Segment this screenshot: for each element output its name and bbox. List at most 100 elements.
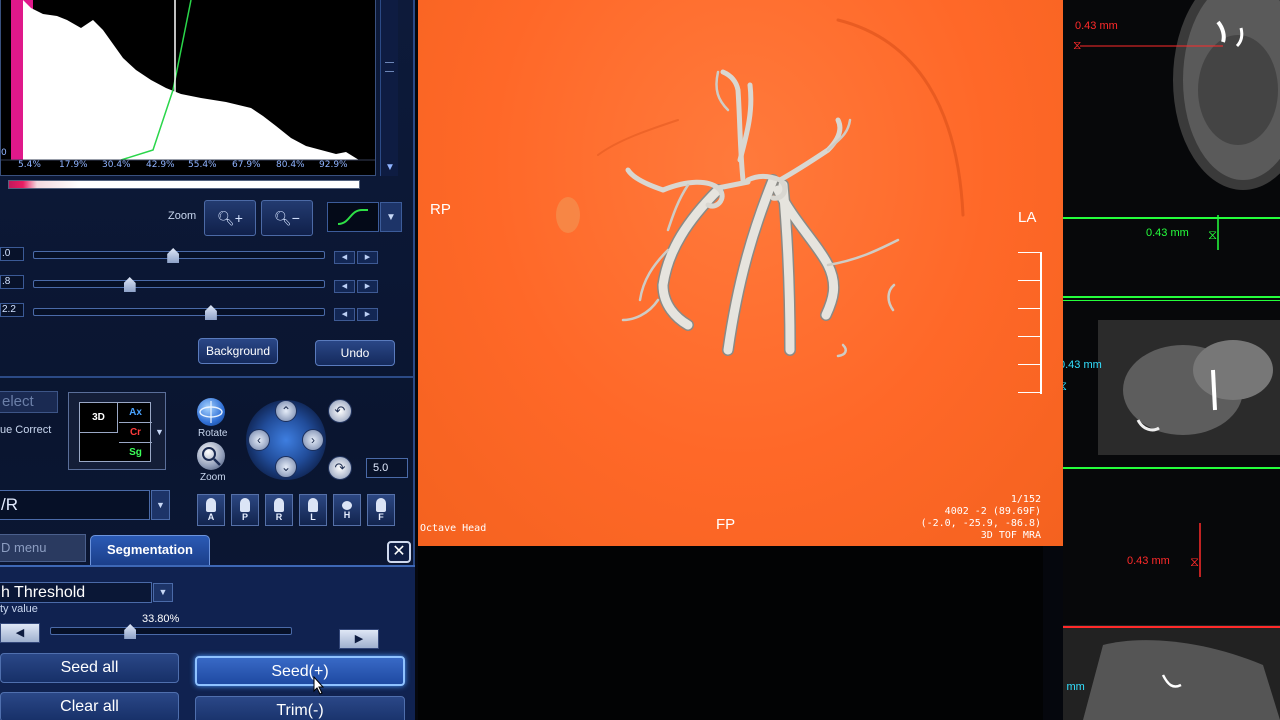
threshold-method-select[interactable]: h Threshold (0, 582, 152, 603)
slider-steppers-1[interactable]: ◀ ▶ (334, 251, 378, 264)
person-icon (206, 498, 216, 512)
histogram-tick: 80.4% (276, 160, 305, 170)
slice-thumbnail-red[interactable]: 0.43 mm ⧖ (1063, 475, 1280, 625)
slider-track-3[interactable] (33, 305, 325, 320)
chevron-down-icon[interactable]: ▼ (155, 427, 164, 437)
histogram-tick: 67.9% (232, 160, 261, 170)
tab-3d-menu[interactable]: D menu (0, 534, 86, 562)
step-right-icon[interactable]: ▶ (357, 251, 378, 264)
view-anterior-button[interactable]: A (197, 494, 225, 526)
arrow-right-icon[interactable]: ▶ (339, 629, 379, 649)
slice-marker-icon[interactable]: ⧖ (1063, 378, 1067, 394)
view-foot-button[interactable]: F (367, 494, 395, 526)
intensity-value-label: ty value (0, 603, 38, 615)
slider-value-2[interactable]: .8 (0, 275, 24, 289)
person-icon (274, 498, 284, 512)
histogram[interactable]: 0 5.4% 17.9% 30.4% 42.9% 55.4% 67.9% 80.… (0, 0, 376, 176)
threshold-percent: 33.80% (142, 613, 180, 625)
undo-button[interactable]: Undo (315, 340, 395, 366)
slice-marker-icon[interactable]: ⧖ (1190, 554, 1199, 570)
view-coronal-cell[interactable]: Cr (119, 423, 152, 443)
view-3d-cell[interactable]: 3D (80, 403, 118, 433)
trim-minus-button[interactable]: Trim(-) (195, 696, 405, 720)
arrow-down-icon[interactable]: ⌄ (275, 456, 297, 478)
slice-thumbnail-coronal[interactable]: 0.43 mm ⧖ (1063, 300, 1280, 475)
slice-thickness-label: 0.43 mm (1063, 359, 1102, 371)
chevron-down-icon[interactable]: ▼ (151, 490, 170, 520)
view-dir-label: R (275, 512, 283, 522)
close-icon[interactable]: ✕ (387, 541, 411, 563)
rotation-dpad[interactable]: ⌃ ‹ › ⌄ (246, 400, 326, 480)
histogram-scrollbar[interactable]: ▼ (380, 0, 398, 176)
empty-slice-frame (1199, 523, 1201, 577)
view-right-button[interactable]: R (265, 494, 293, 526)
slider-value-1[interactable]: .0 (0, 247, 24, 261)
rotate-ccw-icon[interactable]: ↶ (328, 399, 352, 423)
zoom-out-button[interactable]: 🔍︎− (261, 200, 313, 236)
orientation-label-left: RP (430, 201, 451, 218)
slice-thumbnail-axial[interactable]: 0.43 mm ⧖ (1063, 0, 1280, 215)
person-icon (308, 498, 318, 512)
image-info-block: 1/152 4002 -2 (89.69F) (-2.0, -25.9, -86… (881, 494, 1041, 542)
seed-all-button[interactable]: Seed all (0, 653, 179, 683)
zoom-out-icon: 🔍︎− (274, 209, 300, 226)
curve-preset-select[interactable] (327, 202, 379, 232)
slice-marker-icon[interactable]: ⧖ (1208, 227, 1217, 243)
orientation-label-bottom: FP (716, 516, 736, 533)
view-layout-selector[interactable]: 3D Ax Cr Sg ▼ (68, 392, 166, 470)
threshold-slider[interactable] (50, 624, 292, 639)
chevron-down-icon[interactable]: ▼ (153, 583, 173, 602)
slider-value-3[interactable]: 2.2 (0, 303, 24, 317)
slider-thumb[interactable] (124, 624, 137, 639)
view-dir-label: A (207, 512, 215, 522)
scrollbar-grip[interactable] (385, 62, 394, 72)
step-left-icon[interactable]: ◀ (334, 251, 355, 264)
arrow-right-icon[interactable]: › (302, 429, 324, 451)
histogram-tick: 55.4% (188, 160, 217, 170)
arrow-left-icon[interactable]: ‹ (248, 429, 270, 451)
zoom-in-button[interactable]: 🔍︎+ (204, 200, 256, 236)
mouse-cursor-icon (313, 676, 325, 695)
rotate-icon[interactable] (197, 398, 225, 426)
slider-track-2[interactable] (33, 277, 325, 292)
slider-thumb[interactable] (123, 277, 136, 292)
background-button[interactable]: Background (198, 338, 278, 364)
rotate-cw-icon[interactable]: ↷ (328, 456, 352, 480)
vessel-rendering (556, 18, 965, 358)
slider-steppers-2[interactable]: ◀ ▶ (334, 280, 378, 293)
slice-marker-icon[interactable]: ⧖ (1073, 38, 1081, 53)
histogram-plot (1, 0, 375, 161)
arrow-left-icon[interactable]: ◀ (0, 623, 40, 643)
view-axial-cell[interactable]: Ax (119, 403, 152, 423)
zoom-in-icon: 🔍︎+ (217, 209, 243, 226)
step-right-icon[interactable]: ▶ (357, 280, 378, 293)
view-head-button[interactable]: H (333, 494, 361, 526)
slider-thumb[interactable] (167, 248, 180, 263)
slider-steppers-3[interactable]: ◀ ▶ (334, 308, 378, 321)
seed-plus-button[interactable]: Seed(+) (195, 656, 405, 686)
step-right-icon[interactable]: ▶ (357, 308, 378, 321)
chevron-down-icon[interactable]: ▼ (384, 162, 396, 174)
view-posterior-button[interactable]: P (231, 494, 259, 526)
zoom-tool-icon[interactable] (197, 442, 225, 470)
slider-track-1[interactable] (33, 248, 325, 263)
chevron-down-icon[interactable]: ▼ (380, 202, 402, 232)
view-sagittal-cell[interactable]: Sg (119, 443, 152, 463)
select-button[interactable]: elect (0, 391, 58, 413)
step-left-icon[interactable]: ◀ (334, 280, 355, 293)
view-left-button[interactable]: L (299, 494, 327, 526)
view-layout-grid: 3D Ax Cr Sg (79, 402, 152, 463)
color-map-bar[interactable] (8, 180, 360, 189)
slice-thumbnail-green[interactable]: 0.43 mm ⧖ (1063, 215, 1280, 300)
slider-thumb[interactable] (204, 305, 217, 320)
tab-segmentation[interactable]: Segmentation (90, 535, 210, 565)
view-dir-label: L (310, 512, 316, 522)
step-left-icon[interactable]: ◀ (334, 308, 355, 321)
rotation-step-input[interactable]: 5.0 (366, 458, 408, 478)
arrow-up-icon[interactable]: ⌃ (275, 400, 297, 422)
clear-all-button[interactable]: Clear all (0, 692, 179, 720)
volume-render-viewport[interactable]: RP LA FP Octave Head 1/152 4002 -2 (89.6… (418, 0, 1063, 546)
slice-thumbnail-bottom[interactable]: 0.43 mm ⧖ (1063, 625, 1280, 720)
render-mode-select[interactable]: /R (0, 490, 150, 520)
zoom-tool-label: Zoom (200, 472, 226, 483)
